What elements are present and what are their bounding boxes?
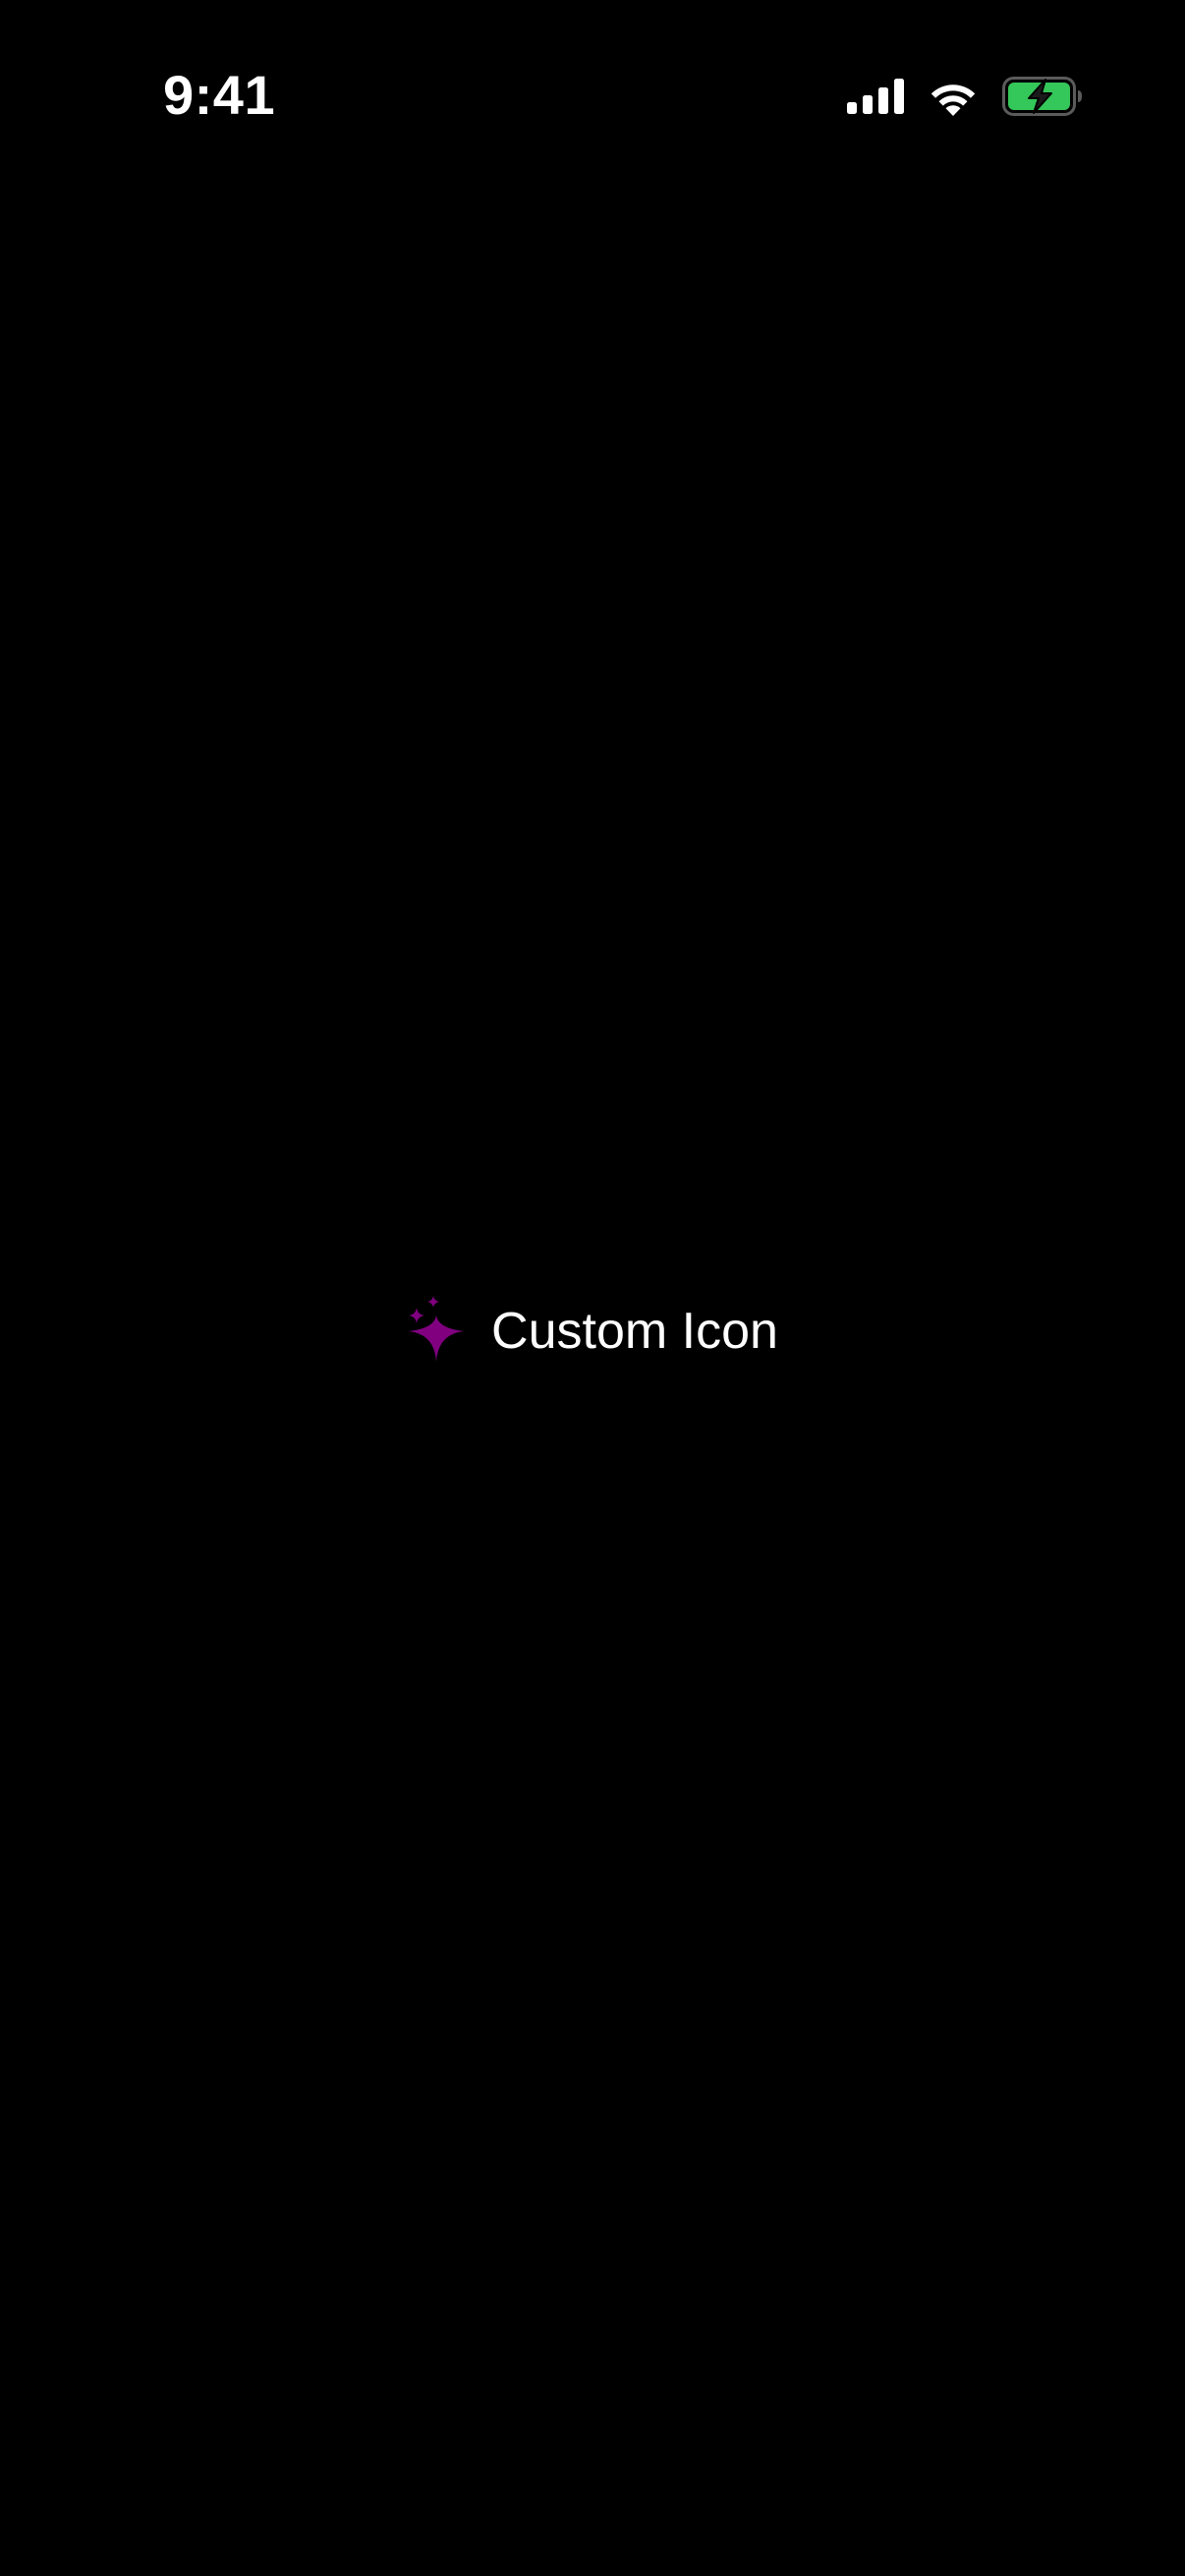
custom-icon-label-row: Custom Icon [0,1287,1185,1375]
wifi-icon [928,77,979,116]
custom-icon-label: Custom Icon [491,1303,778,1360]
cellular-signal-icon [847,79,904,114]
status-time: 9:41 [163,64,276,126]
sparkles-icon [407,1295,466,1368]
battery-charging-icon [1002,77,1083,116]
status-icons [847,71,1083,122]
status-bar: 9:41 [0,0,1185,187]
